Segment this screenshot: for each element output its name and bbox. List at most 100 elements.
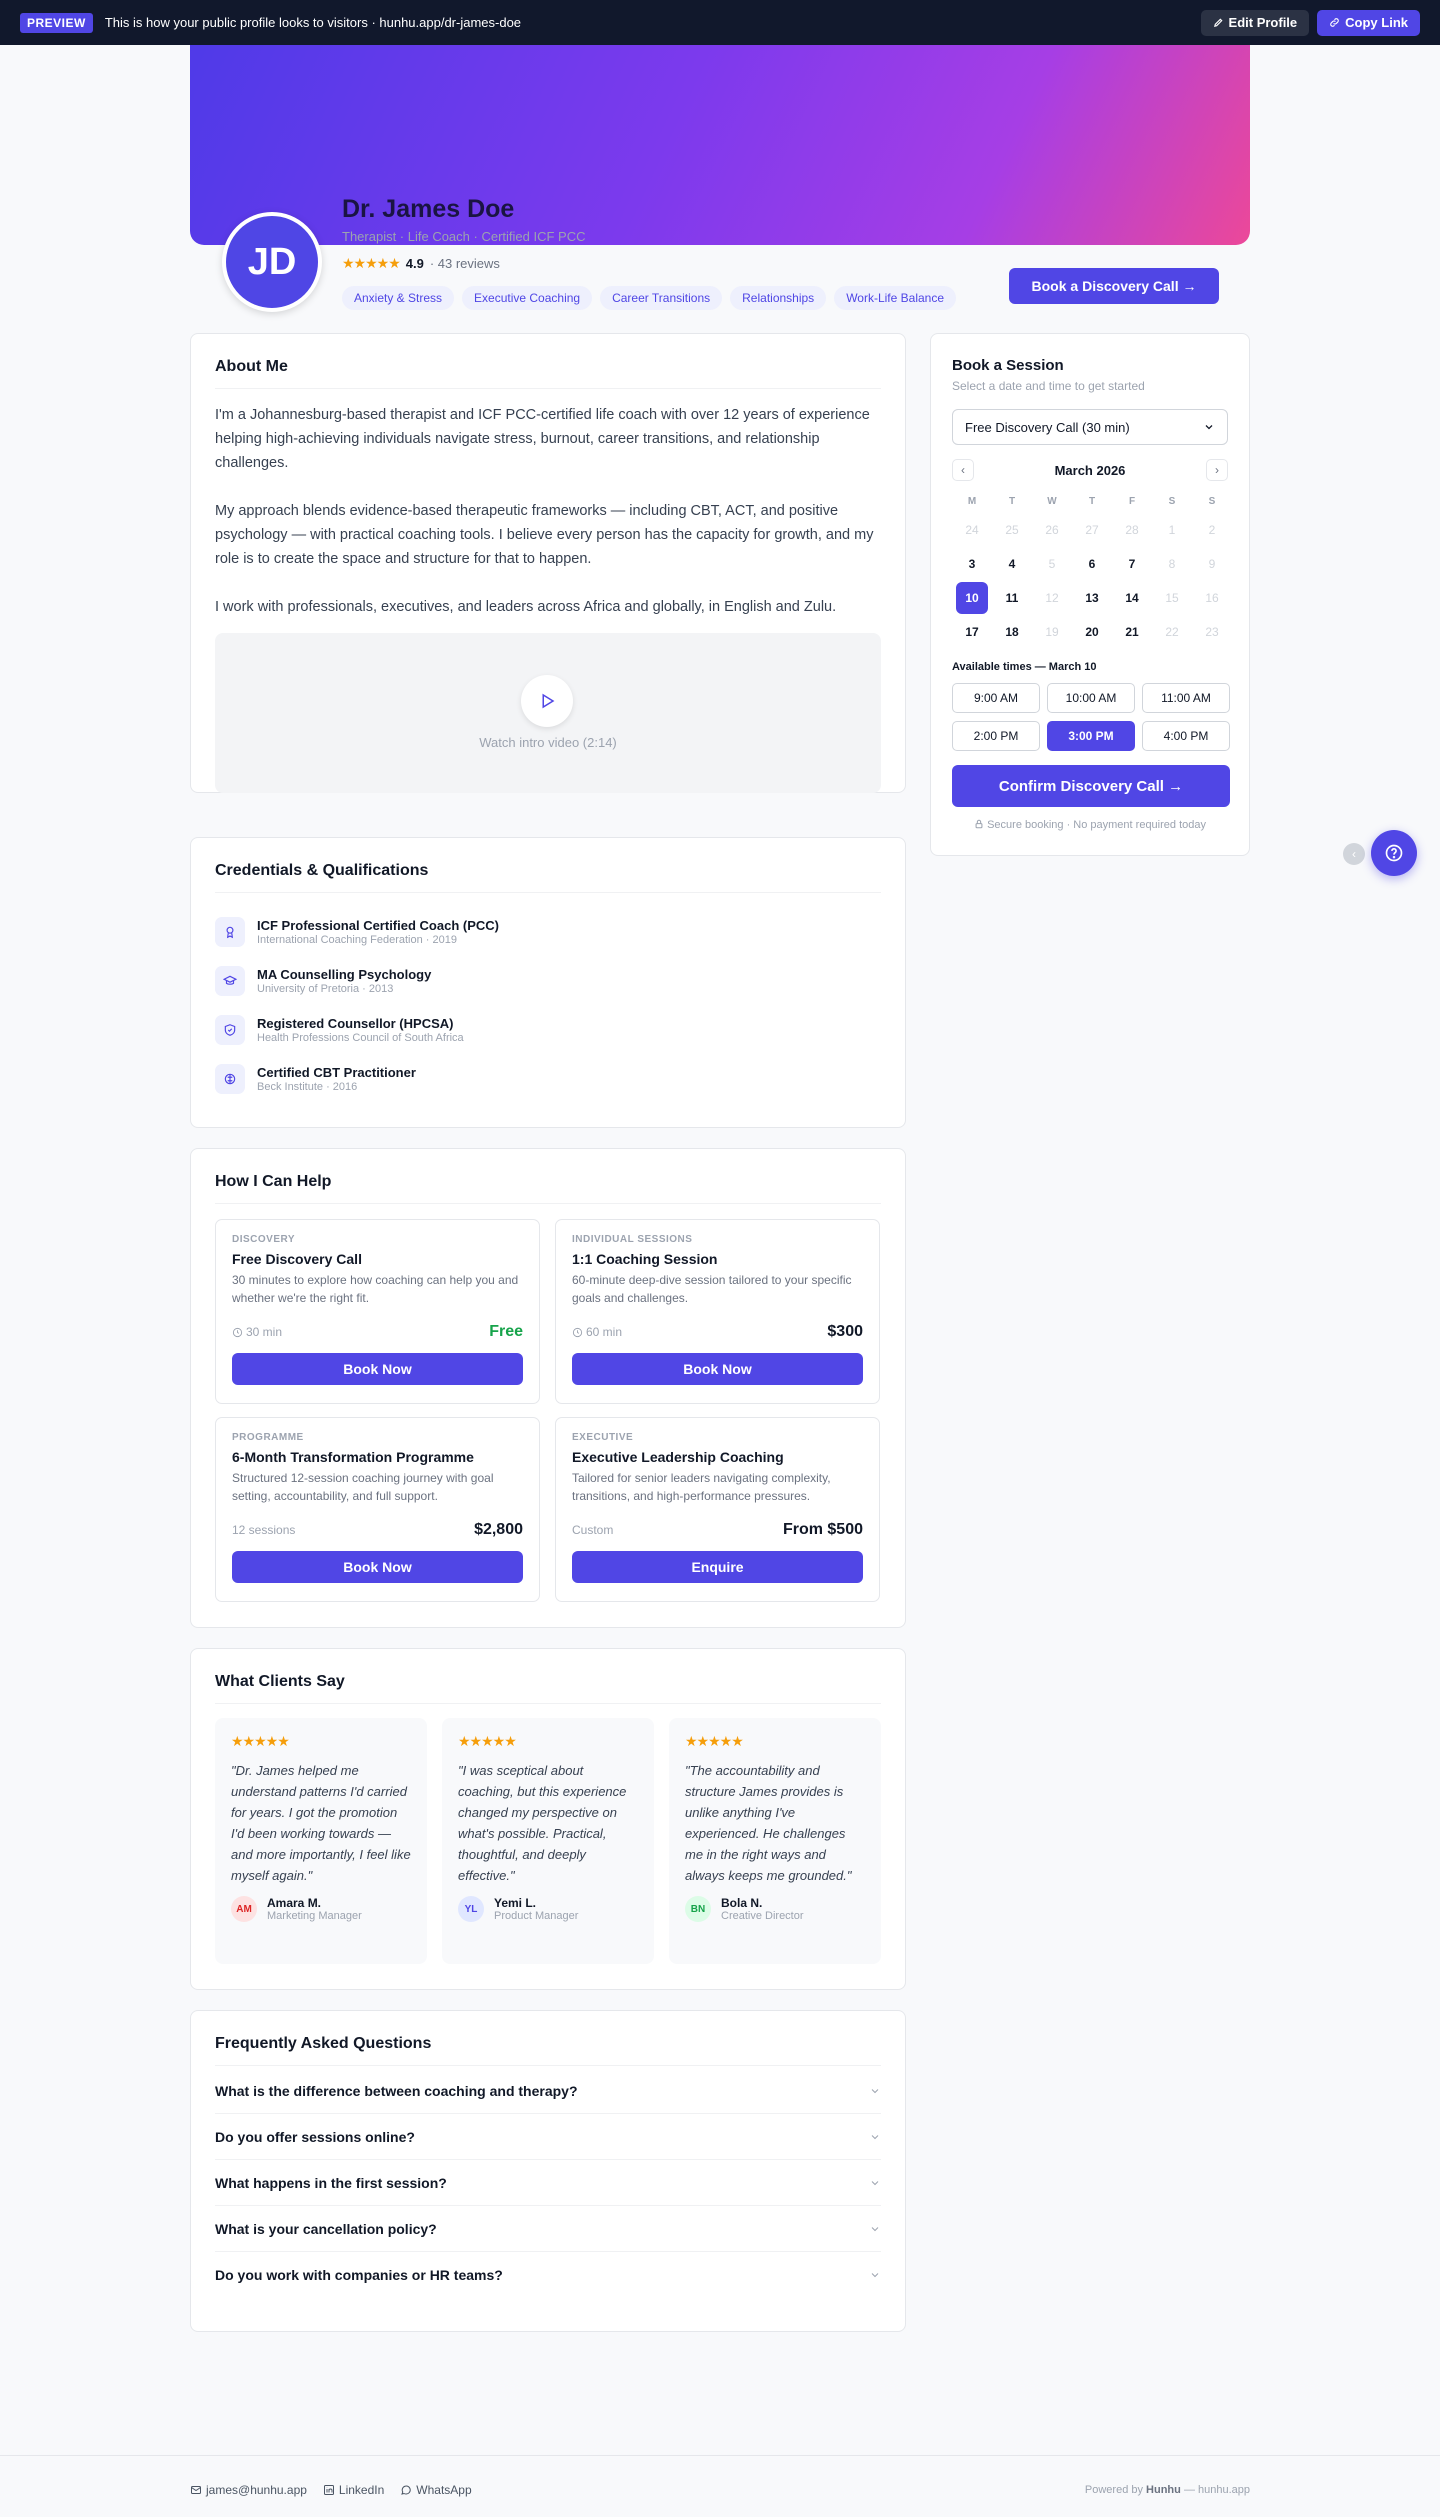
graduation-cap-icon	[215, 965, 245, 996]
footer-linkedin: LinkedIn	[338, 2483, 385, 2497]
service-price: From $500	[782, 1521, 863, 1538]
calendar-day: 19	[1032, 615, 1072, 649]
chevron-right-icon[interactable]: ›	[1205, 459, 1228, 481]
calendar-day-number: 5	[1048, 557, 1056, 571]
award-icon	[215, 916, 245, 947]
calendar-day[interactable]: 20	[1072, 615, 1112, 649]
calendar-grid: M T W T F S S 24 25 26 27 28 1 2 3 4 5 6 7 8 9 10 11 12 13 14 15 16…	[952, 491, 1228, 649]
calendar-day[interactable]: 17	[952, 615, 992, 649]
edit-profile-button[interactable]: Edit Profile	[1200, 9, 1310, 36]
testimonial-role: Product Manager	[494, 1910, 579, 1922]
service-card: DISCOVERY Free Discovery Call 30 minutes…	[215, 1219, 540, 1404]
credential-title: Certified CBT Practitioner	[257, 1064, 416, 1080]
weekday-label: T	[1008, 496, 1016, 507]
calendar-day-selected[interactable]: 10	[952, 581, 992, 615]
profile-title: Therapist · Life Coach · Certified ICF P…	[342, 229, 586, 244]
service-meta: Custom	[572, 1523, 614, 1537]
calendar-day[interactable]: 14	[1112, 581, 1152, 615]
testimonial-quote: "The accountability and structure James …	[685, 1763, 852, 1883]
faq-item[interactable]: Do you work with companies or HR teams?	[215, 2252, 881, 2298]
footer-email-link[interactable]: james@hunhu.app	[190, 2483, 307, 2497]
tag[interactable]: Relationships	[730, 286, 827, 310]
calendar-day[interactable]: 4	[992, 547, 1032, 581]
time-slot-button[interactable]: 3:00 PM	[1047, 721, 1135, 751]
calendar-day[interactable]: 11	[992, 581, 1032, 615]
weekday-label: M	[967, 496, 977, 507]
calendar-day-number: 4	[1008, 557, 1016, 571]
testimonial-avatar: YL	[458, 1896, 484, 1922]
tag[interactable]: Work-Life Balance	[834, 286, 957, 310]
session-type-select[interactable]: Free Discovery Call (30 min)	[952, 409, 1228, 445]
time-slot-button[interactable]: 4:00 PM	[1142, 721, 1230, 751]
calendar-day[interactable]: 3	[952, 547, 992, 581]
calendar-day: 24	[952, 513, 992, 547]
tag[interactable]: Executive Coaching	[462, 286, 593, 310]
calendar-day-number: 9	[1208, 557, 1216, 571]
tag[interactable]: Career Transitions	[600, 286, 723, 310]
book-discovery-call-button[interactable]: Book a Discovery Call →	[1009, 268, 1219, 304]
calendar-day[interactable]: 13	[1072, 581, 1112, 615]
time-slot-button[interactable]: 9:00 AM	[952, 683, 1040, 713]
about-paragraph: My approach blends evidence-based therap…	[215, 503, 874, 567]
faq-question: What is the difference between coaching …	[215, 2082, 578, 2099]
faq-item[interactable]: What happens in the first session?	[215, 2160, 881, 2206]
clock-icon	[232, 1327, 243, 1337]
time-slot-button[interactable]: 11:00 AM	[1142, 683, 1230, 713]
calendar-day[interactable]: 18	[992, 615, 1032, 649]
calendar-day[interactable]: 7	[1112, 547, 1152, 581]
faq-item[interactable]: What is your cancellation policy?	[215, 2206, 881, 2252]
time-slot-button[interactable]: 10:00 AM	[1047, 683, 1135, 713]
secure-note: Secure booking · No payment required tod…	[931, 819, 1249, 831]
testimonial-quote: "Dr. James helped me understand patterns…	[231, 1763, 411, 1883]
preview-badge: PREVIEW	[20, 12, 93, 33]
footer-linkedin-link[interactable]: LinkedIn	[323, 2483, 384, 2497]
faq-question: What happens in the first session?	[215, 2174, 447, 2191]
enquire-button[interactable]: Enquire	[572, 1551, 863, 1583]
faq-item[interactable]: What is the difference between coaching …	[215, 2068, 881, 2114]
credential-sub: International Coaching Federation · 2019	[257, 933, 457, 946]
chevron-left-icon[interactable]: ‹	[952, 459, 974, 481]
calendar-day-number: 27	[1085, 523, 1099, 537]
help-icon[interactable]	[1371, 830, 1417, 876]
credential-title: Registered Counsellor (HPCSA)	[257, 1015, 454, 1031]
video-label: Watch intro video (2:14)	[479, 735, 617, 750]
service-meta: 12 sessions	[232, 1523, 296, 1537]
tag[interactable]: Anxiety & Stress	[342, 286, 455, 310]
play-icon[interactable]	[521, 675, 573, 727]
service-duration: 60 min	[572, 1325, 622, 1339]
credentials-heading: Credentials & Qualifications	[215, 838, 881, 893]
calendar-day[interactable]: 21	[1112, 615, 1152, 649]
powered-brand[interactable]: Hunhu	[1146, 2484, 1181, 2496]
services-card: How I Can Help DISCOVERY Free Discovery …	[190, 1148, 906, 1628]
confirm-booking-button[interactable]: Confirm Discovery Call →	[952, 765, 1230, 807]
calendar-day: 26	[1032, 513, 1072, 547]
intro-video[interactable]: Watch intro video (2:14)	[215, 633, 881, 793]
calendar-day-number: 17	[965, 625, 979, 639]
time-slots: 9:00 AM 10:00 AM 11:00 AM 2:00 PM 3:00 PM 4:0…	[952, 683, 1230, 751]
calendar-day[interactable]: 6	[1072, 547, 1112, 581]
time-slot-button[interactable]: 2:00 PM	[952, 721, 1040, 751]
footer-links: james@hunhu.app LinkedIn WhatsApp	[190, 2483, 472, 2497]
book-now-button[interactable]: Book Now	[572, 1353, 863, 1385]
calendar-day-number: 7	[1128, 557, 1136, 571]
book-now-button[interactable]: Book Now	[232, 1353, 523, 1385]
testimonial-name: Yemi L.	[494, 1896, 537, 1910]
faq-item[interactable]: Do you offer sessions online?	[215, 2114, 881, 2160]
footer-whatsapp-link[interactable]: WhatsApp	[400, 2483, 472, 2497]
calendar-day: 23	[1192, 615, 1232, 649]
weekday-label: T	[1088, 496, 1096, 507]
footer: james@hunhu.app LinkedIn WhatsApp Powere…	[0, 2455, 1440, 2517]
testimonial-avatar: AM	[231, 1896, 257, 1922]
weekday-label: W	[1047, 496, 1057, 507]
calendar-day: 16	[1192, 581, 1232, 615]
weekday-label: S	[1208, 496, 1216, 507]
powered-suffix: — hunhu.app	[1183, 2484, 1250, 2496]
collapse-icon[interactable]: ‹	[1343, 843, 1365, 865]
credential-item: MA Counselling Psychology University of P…	[215, 956, 881, 1005]
chevron-down-icon	[871, 2273, 879, 2278]
service-duration: 30 min	[232, 1325, 282, 1339]
service-kicker: DISCOVERY	[232, 1234, 296, 1245]
book-now-button[interactable]: Book Now	[232, 1551, 523, 1583]
copy-link-button[interactable]: Copy Link	[1317, 9, 1420, 36]
profile-avatar: JD	[222, 212, 322, 312]
